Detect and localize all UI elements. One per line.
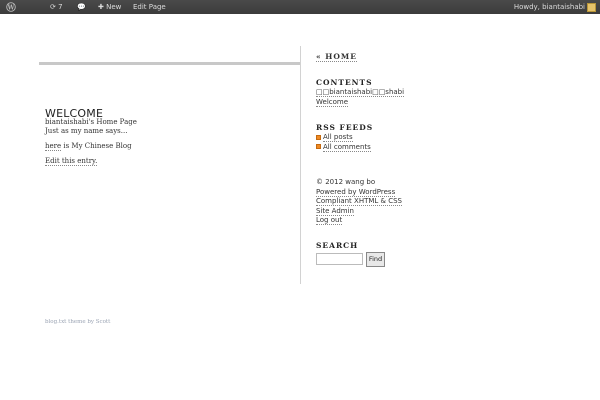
- wordpress-logo-icon[interactable]: W: [4, 0, 18, 14]
- contents-heading: CONTENTS: [316, 78, 373, 87]
- rss-all-comments-link[interactable]: All comments: [323, 142, 371, 152]
- chinese-blog-text: is My Chinese Blog: [61, 142, 132, 150]
- howdy-text: Howdy, biantaishabi: [513, 3, 585, 11]
- home-link-wrap: « HOME: [316, 52, 357, 62]
- comment-bubble-icon: 💬: [77, 3, 86, 11]
- svg-text:W: W: [7, 4, 15, 11]
- log-out-link[interactable]: Log out: [316, 216, 343, 225]
- updates-menu[interactable]: ⟳ 7: [50, 0, 63, 14]
- find-button[interactable]: Find: [366, 252, 385, 267]
- rss-all-posts-link[interactable]: All posts: [323, 133, 353, 142]
- rss-list: All posts All comments: [316, 133, 371, 152]
- content-top-rule: [39, 62, 300, 65]
- refresh-icon: ⟳: [50, 3, 56, 11]
- chinese-blog-link[interactable]: here: [45, 142, 62, 151]
- contents-list: □□biantaishabi□□shabi Welcome: [316, 88, 405, 107]
- compliance-link[interactable]: Compliant XHTML & CSS: [316, 197, 402, 206]
- plus-icon: ✚: [98, 3, 104, 11]
- edit-entry-line: Edit this entry.: [45, 157, 98, 166]
- edit-page-link[interactable]: Edit Page: [133, 0, 166, 14]
- search-input[interactable]: [316, 253, 363, 265]
- contents-item[interactable]: □□biantaishabi□□shabi: [316, 88, 405, 97]
- rss-heading: RSS FEEDS: [316, 123, 374, 132]
- search-heading: SEARCH: [316, 241, 359, 250]
- rss-icon: [316, 144, 321, 149]
- comments-menu[interactable]: 💬: [77, 0, 86, 14]
- new-content-menu[interactable]: ✚ New: [98, 0, 121, 14]
- new-label: New: [106, 3, 122, 11]
- edit-entry-link[interactable]: Edit this entry.: [45, 157, 98, 166]
- updates-count: 7: [58, 3, 63, 11]
- avatar: [587, 2, 596, 12]
- meta-list: © 2012 wang bo Powered by WordPress Comp…: [316, 178, 402, 226]
- home-link[interactable]: « HOME: [316, 52, 357, 62]
- admin-bar: W ⟳ 7 💬 ✚ New Edit Page Howdy, biantaish…: [0, 0, 600, 14]
- page-subtitle: biantaishabi's Home Page: [45, 118, 137, 126]
- copyright-text: © 2012 wang bo: [316, 178, 376, 186]
- site-admin-link[interactable]: Site Admin: [316, 206, 354, 216]
- contents-item[interactable]: Welcome: [316, 97, 349, 107]
- theme-credit[interactable]: blog.txt theme by Scott: [45, 319, 110, 325]
- rss-icon: [316, 134, 321, 140]
- intro-line: Just as my name says...: [45, 127, 128, 135]
- account-menu[interactable]: Howdy, biantaishabi: [514, 0, 596, 14]
- chinese-blog-line: here is My Chinese Blog: [45, 142, 132, 151]
- column-divider: [300, 46, 301, 284]
- powered-by-link[interactable]: Powered by WordPress: [316, 187, 396, 197]
